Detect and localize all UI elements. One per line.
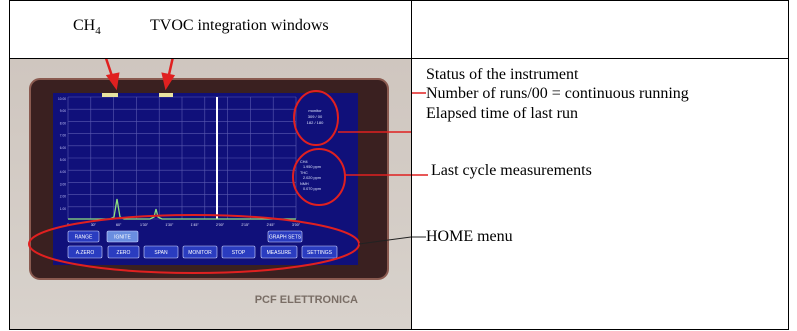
y-tick-label: 8.00 bbox=[60, 121, 66, 125]
y-tick-label: 7.00 bbox=[60, 134, 66, 138]
y-tick-label: 10.00 bbox=[58, 97, 66, 101]
tvoc-label: TVOC integration windows bbox=[150, 17, 329, 34]
menu-button-a-zero[interactable]: A.ZERO bbox=[67, 245, 103, 259]
x-tick-label: 2'15" bbox=[241, 223, 250, 227]
brand-label: PCF ELETTRONICA bbox=[255, 294, 358, 306]
header-cell-left: CH4 TVOC integration windows bbox=[9, 0, 412, 59]
menu-button-ignite[interactable]: IGNITE bbox=[106, 230, 139, 243]
menu-button-settings[interactable]: SETTINGS bbox=[301, 245, 338, 259]
reading-name: THC bbox=[300, 171, 308, 175]
menu-button-range[interactable]: RANGE bbox=[67, 230, 100, 243]
instrument-panel: 10.00 9.00 8.00 7.00 6.00 5.00 4.00 3.00 2.00 1.0… bbox=[10, 59, 411, 329]
menu-button-label: RANGE bbox=[75, 235, 93, 241]
reading-value: 0.070 ppm bbox=[303, 187, 321, 191]
menu-button-label: IGNITE bbox=[114, 235, 131, 241]
menu-button-zero[interactable]: ZERO bbox=[107, 245, 140, 259]
photo-cell: 10.00 9.00 8.00 7.00 6.00 5.00 4.00 3.00 2.00 1.0… bbox=[9, 58, 412, 330]
menu-button-measure[interactable]: MEASURE bbox=[260, 245, 298, 259]
menu-button-label: MEASURE bbox=[267, 250, 292, 256]
header-cell-right bbox=[411, 0, 789, 59]
x-tick-label: 2'45" bbox=[267, 223, 276, 227]
ch4-window-marker bbox=[102, 93, 118, 97]
reading-value: 1.950 ppm bbox=[303, 165, 321, 169]
menu-button-span[interactable]: SPAN bbox=[143, 245, 179, 259]
y-tick-label: 5.00 bbox=[60, 158, 66, 162]
x-tick-label: 1'30" bbox=[140, 223, 149, 227]
y-tick-label: 4.00 bbox=[60, 170, 66, 174]
y-tick-label: 3.00 bbox=[60, 182, 66, 186]
x-tick-label: 60" bbox=[116, 223, 122, 227]
menu-button-graph-sets[interactable]: GRAPH SETS bbox=[267, 230, 303, 243]
menu-button-stop[interactable]: STOP bbox=[221, 245, 256, 259]
menu-button-label: SPAN bbox=[154, 250, 168, 256]
status-annotation: Status of the instrument bbox=[426, 66, 579, 83]
x-tick-label: 1'30" bbox=[165, 223, 174, 227]
last-cycle-annotation: Last cycle measurements bbox=[431, 162, 592, 179]
menu-button-label: STOP bbox=[232, 250, 246, 256]
menu-button-label: A.ZERO bbox=[76, 250, 95, 256]
menu-button-label: ZERO bbox=[117, 250, 131, 256]
menu-button-monitor[interactable]: MONITOR bbox=[182, 245, 218, 259]
y-tick-label: 9.00 bbox=[60, 109, 66, 113]
menu-button-label: MONITOR bbox=[188, 250, 212, 256]
y-tick-label: 1.00 bbox=[60, 207, 66, 211]
x-tick-label: 1'45" bbox=[191, 223, 200, 227]
status-line: 182 / 180 bbox=[307, 120, 324, 125]
reading-name: CH4 bbox=[300, 160, 308, 164]
runs-annotation: Number of runs/00 = continuous running bbox=[426, 85, 689, 102]
x-tick-label: 2'00" bbox=[216, 223, 225, 227]
status-line: monitor bbox=[308, 108, 322, 113]
figure-table: CH4 TVOC integration windows 10.00 9.00 … bbox=[9, 0, 789, 330]
status-box: monitor 309 / 00 182 / 180 bbox=[307, 108, 324, 125]
x-tick-label: 3'00" bbox=[292, 223, 301, 227]
instrument-photo: 10.00 9.00 8.00 7.00 6.00 5.00 4.00 3.00 2.00 1.0… bbox=[10, 59, 411, 329]
elapsed-annotation: Elapsed time of last run bbox=[426, 105, 578, 122]
notes-area: Status of the instrument Number of runs/… bbox=[412, 59, 790, 329]
menu-button-label: SETTINGS bbox=[307, 250, 333, 256]
notes-cell: Status of the instrument Number of runs/… bbox=[411, 58, 790, 330]
readings-box: CH41.950 ppm THC2.020 ppm NMH0.070 ppm bbox=[300, 160, 321, 191]
reading-value: 2.020 ppm bbox=[303, 176, 321, 180]
status-line: 309 / 00 bbox=[308, 114, 323, 119]
menu-button-label: GRAPH SETS bbox=[269, 235, 302, 241]
x-tick-label: 30" bbox=[91, 223, 97, 227]
y-tick-label: 6.00 bbox=[60, 146, 66, 150]
reading-name: NMH bbox=[300, 182, 309, 186]
menu-row-2: A.ZERO ZERO SPAN MONITOR STOP MEASURE SETTINGS bbox=[67, 245, 338, 259]
ch4-label: CH4 bbox=[73, 17, 101, 38]
y-tick-label: 2.00 bbox=[60, 195, 66, 199]
home-menu-annotation: HOME menu bbox=[426, 228, 513, 245]
tvoc-window-marker bbox=[159, 93, 173, 97]
